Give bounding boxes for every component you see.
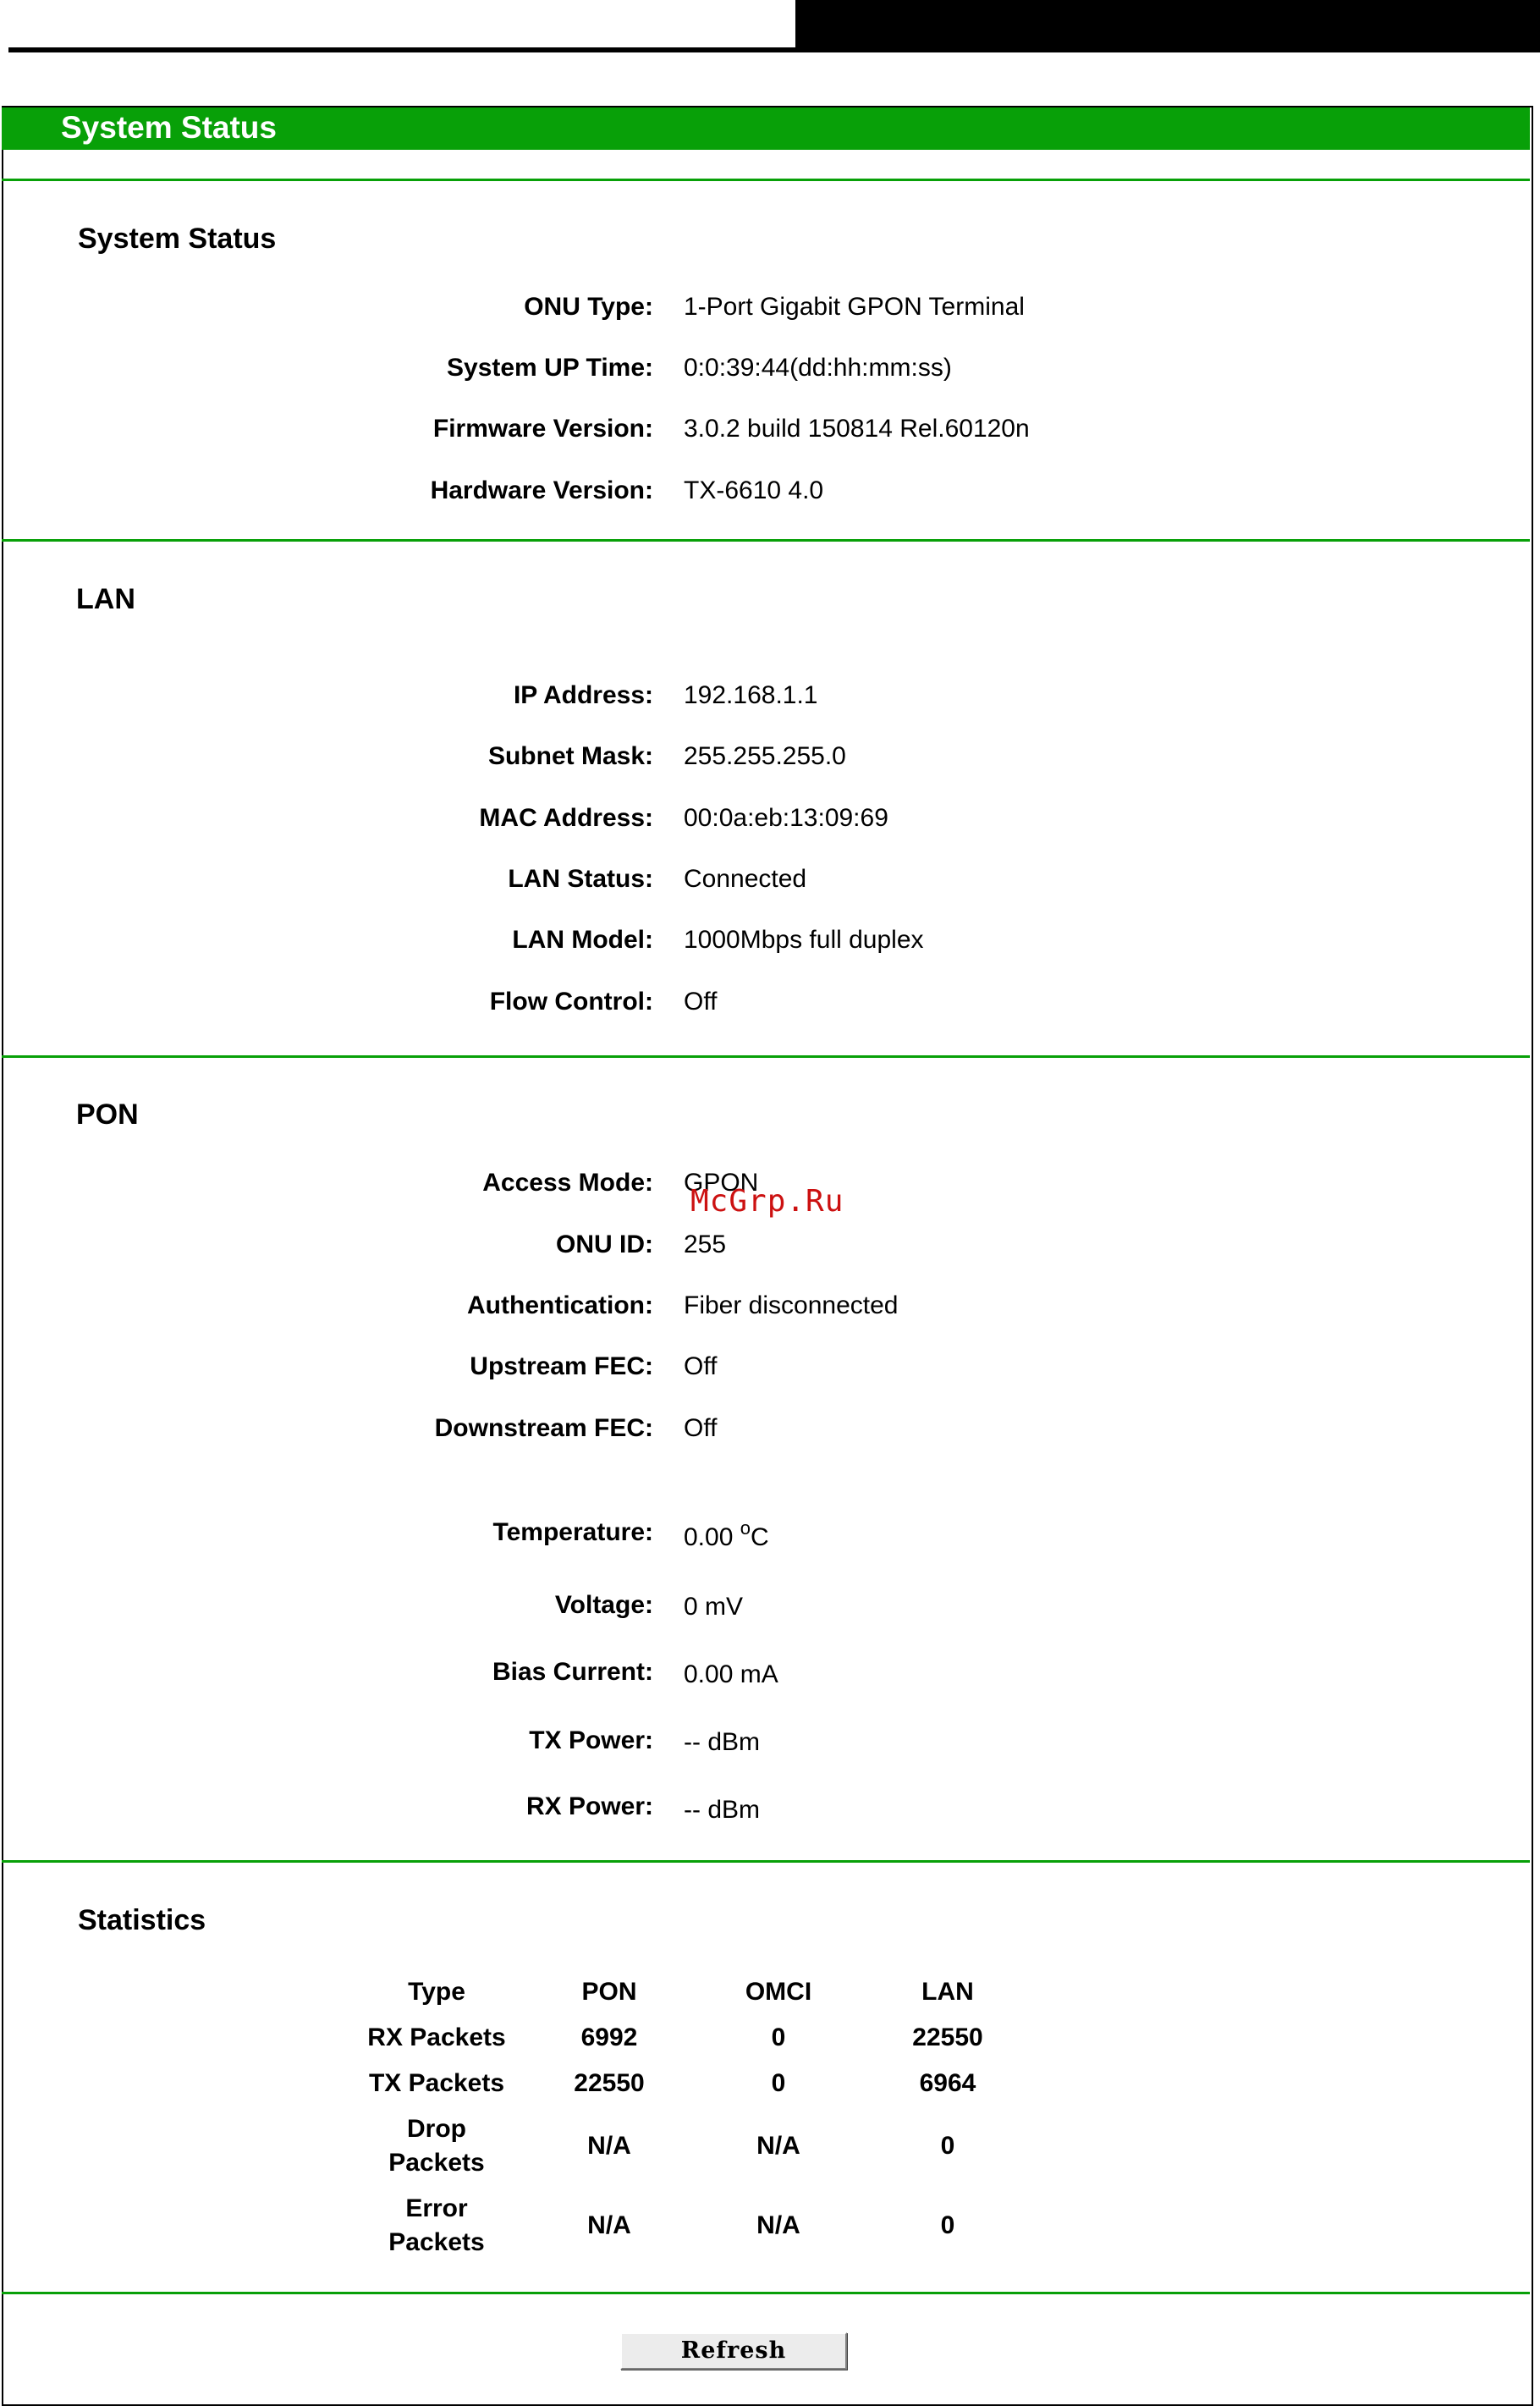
stat-row-type-cont: Packets [388,2149,485,2177]
stat-col-type: Type [408,1978,465,2006]
lan-model-value: 1000Mbps full duplex [684,926,924,954]
flow-control-label: Flow Control: [489,988,653,1016]
flow-control-value: Off [684,988,718,1016]
ip-address-label: IP Address: [513,681,653,709]
status-panel [2,106,1533,2406]
stat-error-omci: N/A [756,2211,800,2239]
hardware-version-label: Hardware Version: [430,476,653,504]
section-heading-statistics: Statistics [78,1904,206,1936]
temperature-number: 0.00 [684,1523,734,1551]
uptime-label: System UP Time: [447,354,653,382]
stat-col-omci: OMCI [745,1978,812,2006]
authentication-label: Authentication: [467,1291,653,1319]
divider [2,1860,1530,1863]
stat-tx-pon: 22550 [574,2069,645,2097]
stat-rx-lan: 22550 [912,2023,983,2051]
downstream-fec-value: Off [684,1414,718,1442]
uptime-value: 0:0:39:44(dd:hh:mm:ss) [684,354,952,382]
lan-model-label: LAN Model: [512,926,653,954]
hardware-version-value: TX-6610 4.0 [684,476,824,504]
access-mode-label: Access Mode: [482,1169,653,1197]
stat-row-type: TX Packets [368,2069,505,2097]
onu-type-value: 1-Port Gigabit GPON Terminal [684,293,1025,321]
rx-power-value: -- dBm [684,1796,760,1824]
page-header-rule [8,47,1540,52]
stat-row-type-cont: Packets [388,2228,485,2256]
mac-address-label: MAC Address: [479,804,653,832]
downstream-fec-label: Downstream FEC: [434,1414,653,1442]
stat-row-type: RX Packets [367,2023,506,2051]
lan-status-label: LAN Status: [508,865,653,893]
refresh-button[interactable]: Refresh [620,2332,847,2370]
authentication-value: Fiber disconnected [684,1291,899,1319]
onu-id-value: 255 [684,1231,727,1258]
page-title: System Status [61,110,277,145]
temperature-unit: C [750,1523,769,1551]
bias-current-label: Bias Current: [492,1658,653,1686]
stat-error-lan: 0 [940,2211,955,2239]
stat-drop-lan: 0 [940,2132,955,2160]
temperature-label: Temperature: [492,1518,654,1546]
subnet-mask-value: 255.255.255.0 [684,742,846,770]
rx-power-label: RX Power: [525,1792,653,1820]
voltage-value: 0 mV [684,1593,744,1621]
stat-rx-omci: 0 [771,2023,786,2051]
degree-symbol: o [740,1517,751,1539]
voltage-label: Voltage: [554,1591,653,1619]
stat-col-pon: PON [581,1978,637,2006]
stat-tx-omci: 0 [771,2069,786,2097]
divider [2,539,1530,542]
lan-status-value: Connected [684,865,807,893]
page-header-bar [795,0,1540,51]
stat-error-pon: N/A [587,2211,631,2239]
upstream-fec-label: Upstream FEC: [470,1352,653,1380]
upstream-fec-value: Off [684,1352,718,1380]
divider [2,2292,1530,2294]
stat-drop-omci: N/A [756,2132,800,2160]
firmware-version-value: 3.0.2 build 150814 Rel.60120n [684,415,1030,443]
onu-type-label: ONU Type: [524,293,653,321]
firmware-version-label: Firmware Version: [432,415,653,443]
divider [2,179,1530,181]
mac-address-value: 00:0a:eb:13:09:69 [684,804,888,832]
stat-row-type: Drop [407,2115,466,2143]
section-heading-system-status: System Status [78,223,277,255]
stat-rx-pon: 6992 [580,2023,638,2051]
tx-power-label: TX Power: [529,1726,653,1754]
subnet-mask-label: Subnet Mask: [487,742,653,770]
temperature-value: 0.00 oC [684,1519,769,1553]
stat-tx-lan: 6964 [919,2069,976,2097]
section-heading-pon: PON [76,1098,139,1131]
stat-col-lan: LAN [921,1978,974,2006]
tx-power-value: -- dBm [684,1728,760,1756]
bias-current-value: 0.00 mA [684,1660,778,1688]
onu-id-label: ONU ID: [556,1231,653,1258]
stat-row-type: Error [405,2194,468,2222]
ip-address-value: 192.168.1.1 [684,681,818,709]
divider [2,1055,1530,1058]
stat-drop-pon: N/A [587,2132,631,2160]
watermark-text: McGrp.Ru [690,1184,844,1219]
section-heading-lan: LAN [76,583,135,615]
